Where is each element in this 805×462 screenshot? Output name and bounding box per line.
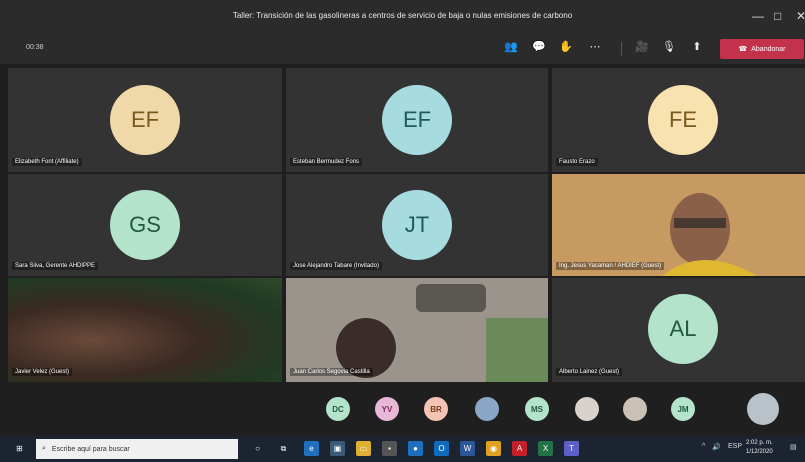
participant-tile[interactable]: AL Alberto Lainez (Guest) (552, 278, 805, 382)
participant-video-tile[interactable]: Juan Carlos Segovia Castilla (286, 278, 548, 382)
participant-photo-avatar[interactable] (623, 397, 647, 421)
phone-icon: ☎ (738, 46, 748, 53)
participant-name: Ing. Jesus Yacaman / AHDIEF (Guest) (556, 262, 665, 270)
title-bar: Taller: Transición de las gasolineras a … (0, 0, 805, 34)
chrome-icon[interactable]: ◉ (486, 441, 501, 456)
file-explorer-icon[interactable]: ▭ (356, 441, 371, 456)
mic-muted-icon[interactable]: 🎙 (660, 40, 678, 53)
avatar: FE (648, 85, 718, 155)
tray-chevron-icon[interactable]: ^ (702, 443, 705, 450)
participant-name: Alberto Lainez (Guest) (556, 368, 623, 376)
raise-hand-icon[interactable]: ✋ (557, 40, 575, 53)
participant-avatar[interactable]: JM (671, 397, 695, 421)
participant-avatar[interactable]: MS (525, 397, 549, 421)
participant-video (552, 174, 805, 276)
avatar: EF (382, 85, 452, 155)
windows-taskbar: ⊞ ⌕ Escribe aquí para buscar ○ ⧉ e ▣ ▭ ▪… (0, 436, 805, 462)
search-icon: ⌕ (42, 445, 46, 452)
participant-avatar[interactable]: DC (326, 397, 350, 421)
share-screen-icon[interactable]: ⬆ (688, 40, 706, 53)
taskbar-clock[interactable]: 2:02 p. m. 1/12/2020 (746, 439, 773, 457)
clock-time: 2:02 p. m. (746, 440, 773, 446)
participant-name: Esteban Bermudez Fons (290, 158, 363, 166)
participant-photo-avatar[interactable] (575, 397, 599, 421)
participant-tile[interactable]: GS Sara Silva, Gerente AHDIPPE (8, 174, 282, 276)
leave-button[interactable]: ☎ Abandonar (720, 39, 804, 59)
participant-photo-avatar[interactable] (475, 397, 499, 421)
search-placeholder: Escribe aquí para buscar (51, 445, 130, 453)
participant-name: Fausto Erazo (556, 158, 598, 166)
more-options-icon[interactable]: ⋯ (586, 40, 604, 53)
participant-tile[interactable]: EF Esteban Bermudez Fons (286, 68, 548, 172)
participant-name: Jose Alejandro Tabare (Invitado) (290, 262, 382, 270)
word-icon[interactable]: W (460, 441, 475, 456)
participant-name: Juan Carlos Segovia Castilla (290, 368, 373, 376)
call-timer: 00:38 (26, 44, 44, 51)
chat-icon[interactable]: 💬 (530, 40, 548, 53)
language-indicator[interactable]: ESP (728, 443, 742, 450)
participant-name: Javier Velez (Guest) (12, 368, 73, 376)
clock-date: 1/12/2020 (746, 449, 773, 455)
minimize-button[interactable]: — (752, 9, 764, 23)
notifications-icon[interactable]: ▤ (790, 443, 797, 451)
excel-icon[interactable]: X (538, 441, 553, 456)
windows-start-icon[interactable]: ⊞ (12, 441, 27, 456)
avatar: AL (648, 294, 718, 364)
app-icon[interactable]: ▪ (382, 441, 397, 456)
participant-name: Elizabeth Font (Affiliate) (12, 158, 82, 166)
participants-icon[interactable]: 👥 (502, 40, 520, 53)
store-icon[interactable]: ▣ (330, 441, 345, 456)
participant-avatar[interactable]: BR (424, 397, 448, 421)
outlook-icon[interactable]: O (434, 441, 449, 456)
participant-video (286, 278, 548, 382)
maximize-button[interactable]: □ (774, 9, 781, 23)
video-grid: EF Elizabeth Font (Affiliate) EF Esteban… (8, 68, 805, 382)
divider (621, 42, 622, 56)
participant-video-tile[interactable]: Ing. Jesus Yacaman / AHDIEF (Guest) (552, 174, 805, 276)
window-title: Taller: Transición de las gasolineras a … (232, 11, 573, 20)
cortana-icon[interactable]: ○ (250, 441, 265, 456)
taskbar-search[interactable]: ⌕ Escribe aquí para buscar (36, 439, 238, 459)
close-button[interactable]: ✕ (796, 9, 805, 23)
call-controls-bar: 00:38 👥 💬 ✋ ⋯ 🎥 🎙 ⬆ ☎ Abandonar (0, 34, 805, 64)
participant-avatar[interactable]: YV (375, 397, 399, 421)
avatar: GS (110, 190, 180, 260)
leave-label: Abandonar (751, 45, 786, 53)
overflow-participants: DC YV BR MS JM (0, 384, 805, 436)
participant-tile[interactable]: JT Jose Alejandro Tabare (Invitado) (286, 174, 548, 276)
app-icon[interactable]: ● (408, 441, 423, 456)
teams-icon[interactable]: T (564, 441, 579, 456)
avatar: EF (110, 85, 180, 155)
participant-tile[interactable]: FE Fausto Erazo (552, 68, 805, 172)
participant-tile[interactable]: EF Elizabeth Font (Affiliate) (8, 68, 282, 172)
participant-video-tile[interactable]: Javier Velez (Guest) (8, 278, 282, 382)
edge-icon[interactable]: e (304, 441, 319, 456)
task-view-icon[interactable]: ⧉ (276, 441, 291, 456)
volume-icon[interactable]: 🔊 (712, 443, 721, 451)
self-video-preview[interactable] (747, 393, 779, 425)
avatar: JT (382, 190, 452, 260)
acrobat-icon[interactable]: A (512, 441, 527, 456)
camera-off-icon[interactable]: 🎥 (633, 40, 651, 53)
participant-name: Sara Silva, Gerente AHDIPPE (12, 262, 99, 270)
